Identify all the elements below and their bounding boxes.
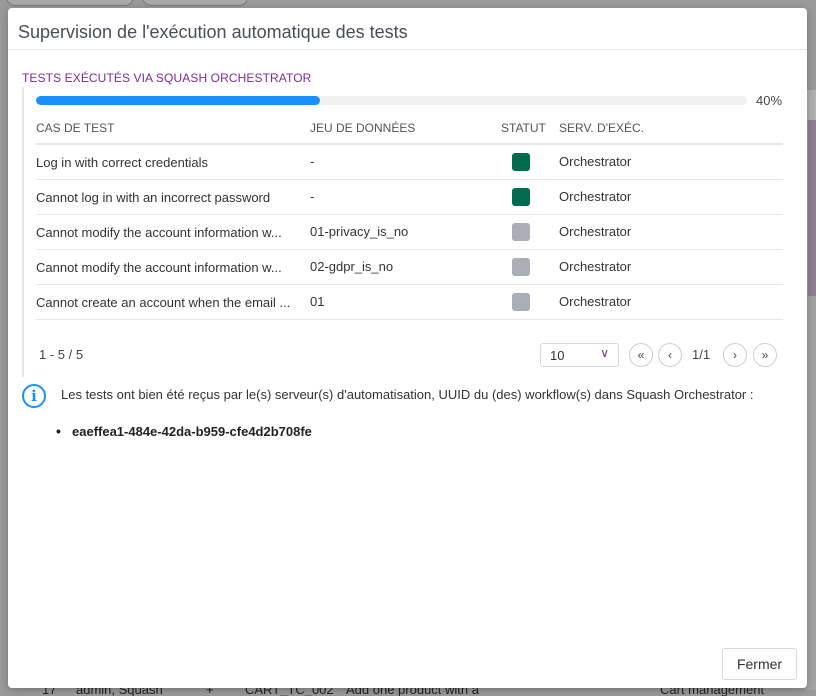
dialog-title: Supervision de l'exécution automatique d…: [18, 22, 408, 42]
pagination-count: 1 - 5 / 5: [39, 347, 84, 362]
column-header-status[interactable]: STATUT: [501, 112, 559, 145]
status-cell: [501, 179, 559, 215]
page-size-select[interactable]: 10 ∨: [540, 343, 619, 367]
background-cell: CART_TC_002: [245, 688, 334, 696]
last-page-button[interactable]: »: [753, 343, 777, 367]
executed-tests-section: 40% CAS DE TEST JEU DE DONNÉES STATUT SE…: [22, 87, 792, 377]
execution-server-cell: Orchestrator: [559, 144, 783, 180]
execution-server-cell: Orchestrator: [559, 284, 783, 320]
table-row[interactable]: Cannot modify the account information w.…: [36, 214, 783, 250]
background-cell: +: [206, 688, 214, 696]
background-table-header: [806, 90, 816, 120]
dataset-cell: -: [310, 179, 501, 215]
workflow-uuid-list: eaeffea1-484e-42da-b959-cfe4d2b708fe: [56, 423, 312, 439]
execution-server-cell: Orchestrator: [559, 179, 783, 215]
status-cell: [501, 144, 559, 180]
status-indicator: [512, 152, 530, 171]
table-row[interactable]: Cannot modify the account information w.…: [36, 249, 783, 285]
info-icon: i: [22, 384, 46, 408]
background-selected-rows: [808, 120, 816, 296]
status-cell: [501, 214, 559, 250]
next-page-button[interactable]: ›: [723, 343, 747, 367]
background-table-row: 17 admin, Squash + CART_TC_002 Add one p…: [0, 688, 816, 696]
column-header-test-case[interactable]: CAS DE TEST: [36, 112, 310, 145]
page-indicator: 1/1: [692, 347, 711, 362]
execution-server-cell: Orchestrator: [559, 249, 783, 285]
test-case-cell: Log in with correct credentials: [36, 144, 310, 180]
execution-supervision-dialog: Supervision de l'exécution automatique d…: [8, 8, 807, 688]
table-row[interactable]: Log in with correct credentials - Orches…: [36, 144, 783, 180]
dataset-cell: 02-gdpr_is_no: [310, 249, 501, 285]
first-page-button[interactable]: «: [629, 343, 653, 367]
background-tab: [142, 0, 248, 6]
background-cell: Cart management: [660, 688, 765, 696]
test-case-name: Cannot modify the account information w.…: [36, 259, 282, 275]
column-header-dataset[interactable]: JEU DE DONNÉES: [310, 112, 501, 145]
background-cell: admin, Squash: [76, 688, 163, 696]
status-indicator: [512, 222, 530, 241]
test-case-cell: Cannot modify the account information w.…: [36, 214, 310, 250]
background-table-edge: [806, 90, 816, 690]
progress-bar: [36, 96, 747, 105]
test-case-cell: Cannot modify the account information w.…: [36, 249, 310, 285]
dataset-cell: -: [310, 144, 501, 180]
page-size-value: 10: [550, 348, 565, 363]
previous-page-button[interactable]: ‹: [658, 343, 682, 367]
dialog-header: Supervision de l'exécution automatique d…: [8, 8, 807, 50]
dataset-cell: 01: [310, 284, 501, 320]
column-header-execution-server[interactable]: SERV. D'EXÉC.: [559, 112, 783, 145]
close-button[interactable]: Fermer: [722, 648, 797, 680]
test-case-name: Cannot modify the account information w.…: [36, 224, 282, 240]
progress-bar-fill: [36, 96, 321, 105]
background-cell: Add one product with a: [346, 688, 479, 696]
background-tab: [6, 0, 134, 6]
status-indicator: [512, 257, 530, 276]
status-indicator: [512, 187, 530, 206]
info-message: Les tests ont bien été reçus par le(s) s…: [61, 387, 754, 402]
test-case-name: Cannot log in with an incorrect password: [36, 189, 271, 205]
table-row[interactable]: Cannot log in with an incorrect password…: [36, 179, 783, 215]
execution-server-cell: Orchestrator: [559, 214, 783, 250]
dataset-cell: 01-privacy_is_no: [310, 214, 501, 250]
test-case-name: Log in with correct credentials: [36, 154, 208, 170]
background-cell: 17: [42, 688, 57, 696]
test-case-cell: Cannot log in with an incorrect password: [36, 179, 310, 215]
chevron-down-icon: ∨: [600, 346, 609, 360]
status-cell: [501, 284, 559, 320]
test-case-cell: Cannot create an account when the email …: [36, 284, 310, 320]
progress-percent: 40%: [756, 93, 783, 108]
test-case-name: Cannot create an account when the email …: [36, 294, 291, 310]
executed-tests-table: CAS DE TEST JEU DE DONNÉES STATUT SERV. …: [36, 112, 783, 320]
workflow-uuid: eaeffea1-484e-42da-b959-cfe4d2b708fe: [56, 423, 312, 439]
section-title: TESTS EXÉCUTÉS VIA SQUASH ORCHESTRATOR: [22, 71, 312, 85]
status-cell: [501, 249, 559, 285]
status-indicator: [512, 292, 530, 311]
table-header-row: CAS DE TEST JEU DE DONNÉES STATUT SERV. …: [36, 112, 783, 145]
table-row[interactable]: Cannot create an account when the email …: [36, 284, 783, 320]
